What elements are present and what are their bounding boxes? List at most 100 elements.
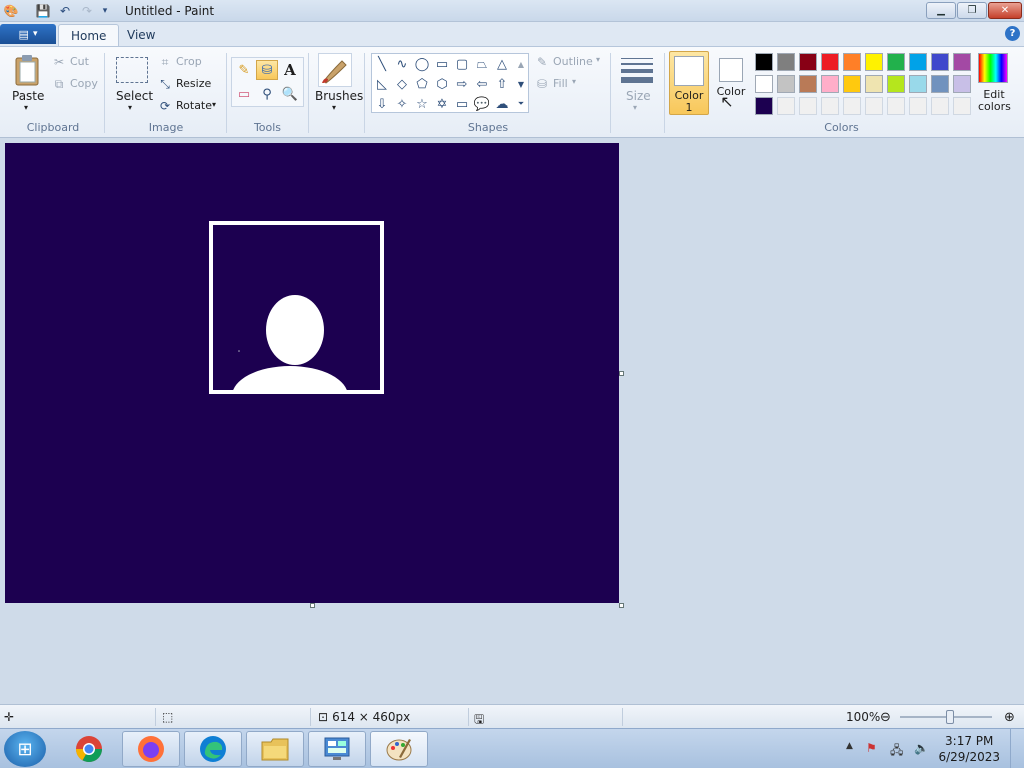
shapes-scroll-down-icon[interactable]: ▼ [514,75,528,93]
tab-home[interactable]: Home [58,24,120,46]
triangle-shape-icon[interactable]: △ [493,55,511,73]
rounded-rectangle-shape-icon[interactable]: ▢ [453,55,471,73]
work-area[interactable] [0,138,1024,704]
cloud-callout-shape-icon[interactable]: ☁ [493,95,511,113]
pencil-icon[interactable]: ✎ [233,60,255,80]
select-icon[interactable] [116,57,148,83]
oval-callout-shape-icon[interactable]: 💬 [473,95,491,113]
shapes-scroll-up-icon[interactable]: ▲ [514,55,528,73]
color-swatch[interactable] [821,97,839,115]
color-swatch[interactable] [865,97,883,115]
show-desktop-button[interactable] [1010,729,1024,768]
eraser-icon[interactable]: ▭ [233,84,255,104]
customize-quick-access-icon[interactable]: ▾ [98,3,112,19]
canvas-resize-handle-right[interactable] [619,371,624,376]
color1-button[interactable]: Color 1 [669,51,709,115]
color-swatch[interactable] [843,53,861,71]
help-icon[interactable]: ? [1005,26,1020,41]
magnifier-icon[interactable]: 🔍 [279,84,301,104]
taskbar-file-explorer[interactable] [246,731,304,767]
paint-app-icon[interactable]: 🎨 [3,3,19,19]
restore-button[interactable]: ❐ [957,2,987,19]
brushes-button[interactable]: Brushes [315,89,363,103]
show-hidden-icons-button[interactable]: ▲ [846,741,853,751]
size-button[interactable]: Size [626,89,651,103]
fill-button[interactable]: Fill [553,77,568,90]
left-arrow-shape-icon[interactable]: ⇦ [473,75,491,93]
color-swatch[interactable] [821,53,839,71]
color-swatch[interactable] [755,97,773,115]
resize-button[interactable]: Resize [176,77,211,90]
minimize-button[interactable]: ▁ [926,2,956,19]
color-swatch[interactable] [931,75,949,93]
edit-colors-icon[interactable] [978,53,1008,83]
color-swatch[interactable] [799,97,817,115]
taskbar-chrome[interactable] [60,731,118,767]
curve-shape-icon[interactable]: ∿ [393,55,411,73]
right-triangle-shape-icon[interactable]: ◺ [373,75,391,93]
color-swatch[interactable] [909,53,927,71]
color-picker-icon[interactable]: ⚲ [256,84,278,104]
color-swatch[interactable] [799,53,817,71]
volume-icon[interactable]: 🔈 [914,741,929,755]
brushes-dropdown-icon[interactable]: ▾ [332,103,336,112]
system-clock[interactable]: 3:17 PM 6/29/2023 [938,733,1000,765]
color-swatch[interactable] [821,75,839,93]
six-point-star-shape-icon[interactable]: ✡ [433,95,451,113]
outline-button[interactable]: Outline [553,55,593,68]
paste-dropdown-icon[interactable]: ▾ [24,103,28,112]
canvas-resize-handle-corner[interactable] [619,603,624,608]
hexagon-shape-icon[interactable]: ⬡ [433,75,451,93]
edit-colors-button[interactable]: Edit colors [978,89,1011,113]
color-swatch[interactable] [755,53,773,71]
color-swatch[interactable] [909,97,927,115]
network-icon[interactable]: 🖧 [890,741,903,762]
paint-menu-button[interactable]: ▤ ▾ [0,24,56,44]
color-swatch[interactable] [887,75,905,93]
color-swatch[interactable] [777,53,795,71]
color-swatch[interactable] [777,75,795,93]
zoom-in-button[interactable]: ⊕ [1004,710,1015,725]
taskbar-firefox[interactable] [122,731,180,767]
redo-icon[interactable]: ↷ [78,3,96,19]
zoom-out-button[interactable]: ⊖ [880,710,891,725]
close-button[interactable]: ✕ [988,2,1022,19]
brushes-icon[interactable] [318,53,352,87]
color-swatch[interactable] [865,75,883,93]
pentagon-shape-icon[interactable]: ⬠ [413,75,431,93]
taskbar-control-panel[interactable] [308,731,366,767]
right-arrow-shape-icon[interactable]: ⇨ [453,75,471,93]
color-swatch[interactable] [843,75,861,93]
start-button[interactable]: ⊞ [4,731,46,767]
paste-button[interactable] [12,53,42,87]
crop-button[interactable]: Crop [176,55,202,68]
zoom-slider-thumb[interactable] [946,710,954,724]
drawing-canvas[interactable] [5,143,619,603]
rounded-callout-shape-icon[interactable]: ▭ [453,95,471,113]
fill-dropdown-icon[interactable]: ▾ [572,77,576,86]
rotate-button[interactable]: Rotate [176,99,212,112]
diamond-shape-icon[interactable]: ◇ [393,75,411,93]
down-arrow-shape-icon[interactable]: ⇩ [373,95,391,113]
fill-bucket-icon[interactable]: ⛁ [256,60,278,80]
color-swatch[interactable] [953,75,971,93]
color-swatch[interactable] [931,53,949,71]
copy-button[interactable]: Copy [70,77,98,90]
canvas-resize-handle-bottom[interactable] [310,603,315,608]
color-swatch[interactable] [953,97,971,115]
color-swatch[interactable] [843,97,861,115]
five-point-star-shape-icon[interactable]: ☆ [413,95,431,113]
color-swatch[interactable] [909,75,927,93]
select-dropdown-icon[interactable]: ▾ [128,103,132,112]
polygon-shape-icon[interactable]: ⏢ [473,55,491,73]
color-swatch[interactable] [755,75,773,93]
color-swatch[interactable] [953,53,971,71]
color-swatch[interactable] [799,75,817,93]
shapes-expand-icon[interactable]: ⏷ [514,95,528,113]
undo-icon[interactable]: ↶ [56,3,74,19]
select-button[interactable]: Select [116,89,153,103]
rectangle-shape-icon[interactable]: ▭ [433,55,451,73]
color-swatch[interactable] [887,53,905,71]
oval-shape-icon[interactable]: ◯ [413,55,431,73]
save-icon[interactable]: 💾 [34,3,52,19]
